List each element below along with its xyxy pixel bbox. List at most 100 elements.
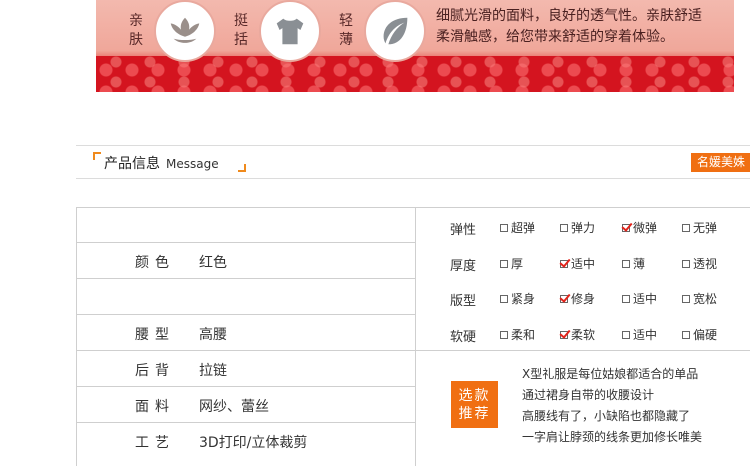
choice-label: 弹力 bbox=[571, 221, 596, 235]
option-name: 软硬 bbox=[450, 330, 477, 345]
checkbox bbox=[622, 223, 630, 232]
checkbox bbox=[622, 294, 630, 303]
checkbox bbox=[560, 330, 568, 339]
checkbox bbox=[500, 223, 508, 232]
checkbox bbox=[560, 294, 568, 303]
option-name: 版型 bbox=[450, 294, 477, 309]
checkbox bbox=[560, 223, 568, 232]
attribute-row: 腰型 高腰 bbox=[77, 314, 415, 349]
option-choice: 宽松 bbox=[682, 290, 717, 307]
recommend-button[interactable]: 选款 推荐 bbox=[451, 381, 498, 428]
corner-decoration bbox=[238, 164, 246, 172]
section-title: 产品信息 Message bbox=[104, 153, 219, 173]
attribute-key: 工艺 bbox=[135, 435, 175, 451]
attribute-row bbox=[77, 207, 415, 242]
attribute-key: 后背 bbox=[135, 363, 175, 379]
feature-soft: 亲肤 bbox=[126, 0, 216, 62]
attribute-key: 颜色 bbox=[135, 255, 175, 271]
feature-label: 亲肤 bbox=[129, 13, 143, 48]
checkbox bbox=[622, 330, 630, 339]
choice-label: 柔和 bbox=[511, 328, 536, 342]
recommendation-line: X型礼服是每位姑娘都适合的单品 bbox=[522, 367, 699, 381]
option-row-elasticity: 弹性 超弹 弹力 微弹 无弹 bbox=[414, 208, 750, 244]
choice-label: 超弹 bbox=[511, 221, 536, 235]
choice-label: 适中 bbox=[633, 292, 658, 306]
choice-label: 薄 bbox=[633, 257, 646, 271]
option-row-softness: 软硬 柔和 柔软 适中 偏硬 bbox=[414, 315, 750, 351]
section-title-zh: 产品信息 bbox=[104, 156, 160, 172]
recommendation-line: 通过裙身自带的收腰设计 bbox=[522, 388, 655, 402]
option-choice: 透视 bbox=[682, 255, 717, 272]
product-info-header: 产品信息 Message 名媛美姝 bbox=[76, 145, 750, 179]
choice-label: 无弹 bbox=[693, 221, 718, 235]
checkbox bbox=[500, 259, 508, 268]
choice-label: 适中 bbox=[571, 257, 596, 271]
option-choice: 紧身 bbox=[500, 290, 535, 307]
option-choice: 修身 bbox=[560, 290, 595, 307]
choice-label: 偏硬 bbox=[693, 328, 718, 342]
attribute-row: 面料 网纱、蕾丝 bbox=[77, 386, 415, 421]
attribute-row bbox=[77, 278, 415, 313]
option-choice: 厚 bbox=[500, 255, 523, 272]
feature-light: 轻薄 bbox=[336, 0, 426, 62]
attribute-value: 高腰 bbox=[199, 327, 227, 343]
choice-label: 紧身 bbox=[511, 292, 536, 306]
fabric-banner: 亲肤 挺括 轻薄 细腻光滑的面料，良好的透气性。亲肤舒适 柔滑触感，给您带来舒适… bbox=[96, 0, 734, 92]
option-row-fit: 版型 紧身 修身 适中 宽松 bbox=[414, 279, 750, 315]
choice-label: 适中 bbox=[633, 328, 658, 342]
choice-label: 厚 bbox=[511, 257, 524, 271]
description-line: 柔滑触感，给您带来舒适的穿着体验。 bbox=[436, 29, 674, 45]
attribute-row: 工艺 3D打印/立体裁剪 bbox=[77, 422, 415, 457]
option-row-thickness: 厚度 厚 适中 薄 透视 bbox=[414, 244, 750, 280]
option-choice: 柔和 bbox=[500, 326, 535, 343]
corner-decoration bbox=[93, 152, 101, 160]
option-choice: 适中 bbox=[622, 290, 657, 307]
attribute-key: 腰型 bbox=[135, 327, 175, 343]
option-choice: 柔软 bbox=[560, 326, 595, 343]
checkbox bbox=[682, 294, 690, 303]
choice-label: 微弹 bbox=[633, 221, 658, 235]
recommendation-line: 一字肩让脖颈的线条更加修长唯美 bbox=[522, 430, 703, 444]
option-choice: 无弹 bbox=[682, 219, 717, 236]
attribute-value: 红色 bbox=[199, 255, 227, 271]
choice-label: 修身 bbox=[571, 292, 596, 306]
brand-tag: 名媛美姝 bbox=[690, 153, 750, 172]
option-choice: 适中 bbox=[622, 326, 657, 343]
option-choice: 弹力 bbox=[560, 219, 595, 236]
checkbox bbox=[682, 330, 690, 339]
recommendation-area: 选款 推荐 X型礼服是每位姑娘都适合的单品 通过裙身自带的收腰设计 高腰线有了，… bbox=[414, 350, 750, 468]
choice-label: 宽松 bbox=[693, 292, 718, 306]
option-name: 厚度 bbox=[450, 259, 477, 274]
checkbox bbox=[560, 259, 568, 268]
recommendation-line: 高腰线有了，小缺陷也都隐藏了 bbox=[522, 409, 691, 423]
attribute-value: 网纱、蕾丝 bbox=[199, 399, 269, 415]
section-title-en: Message bbox=[166, 157, 219, 171]
checkbox bbox=[622, 259, 630, 268]
feature-label: 挺括 bbox=[234, 13, 248, 48]
option-choice: 薄 bbox=[622, 255, 645, 272]
recommend-button-line: 选款 bbox=[458, 387, 491, 404]
checkbox bbox=[682, 223, 690, 232]
option-choice: 超弹 bbox=[500, 219, 535, 236]
option-choice: 偏硬 bbox=[682, 326, 717, 343]
option-choice: 适中 bbox=[560, 255, 595, 272]
option-choice: 微弹 bbox=[622, 219, 657, 236]
feature-label: 轻薄 bbox=[339, 13, 353, 48]
attribute-table: 颜色 红色 腰型 高腰 后背 拉链 面料 网纱、蕾丝 工艺 3D打印/立体裁剪 bbox=[76, 207, 416, 466]
tshirt-icon bbox=[259, 0, 321, 62]
choice-label: 柔软 bbox=[571, 328, 596, 342]
attribute-value: 3D打印/立体裁剪 bbox=[199, 435, 308, 451]
checkbox bbox=[500, 330, 508, 339]
attribute-row: 颜色 红色 bbox=[77, 242, 415, 277]
option-name: 弹性 bbox=[450, 223, 477, 238]
choice-label: 透视 bbox=[693, 257, 718, 271]
checkbox bbox=[500, 294, 508, 303]
checkbox bbox=[682, 259, 690, 268]
option-panel: 弹性 超弹 弹力 微弹 无弹 厚度 厚 适中 薄 透视 版型 紧身 修身 适中 … bbox=[414, 207, 750, 467]
recommendation-text: X型礼服是每位姑娘都适合的单品 通过裙身自带的收腰设计 高腰线有了，小缺陷也都隐… bbox=[522, 364, 702, 448]
leaf-icon bbox=[364, 0, 426, 62]
lotus-icon bbox=[154, 0, 216, 62]
description-line: 细腻光滑的面料，良好的透气性。亲肤舒适 bbox=[436, 8, 702, 24]
recommend-button-line: 推荐 bbox=[458, 405, 491, 422]
attribute-key: 面料 bbox=[135, 399, 175, 415]
